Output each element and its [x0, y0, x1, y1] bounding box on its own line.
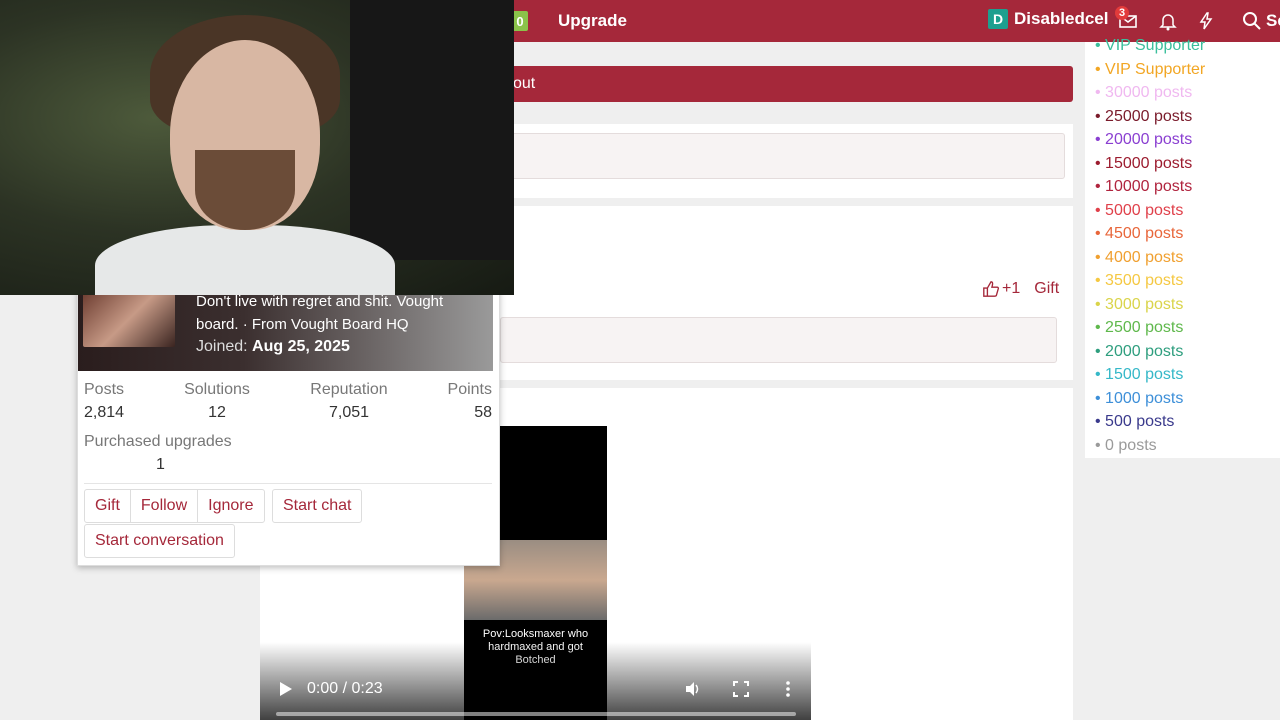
avatar: D: [988, 9, 1008, 29]
webcam-person-shirt: [95, 225, 395, 295]
post-panel: [495, 124, 1073, 198]
legend-item: • 2000 posts: [1095, 342, 1184, 360]
play-icon[interactable]: [276, 680, 294, 698]
stat-upgrades: Purchased upgrades 1: [84, 433, 232, 474]
post-quote-box: [500, 317, 1057, 363]
stat-points: Points 58: [440, 381, 492, 422]
stat-value: 2,814: [84, 404, 125, 421]
username-label: Disabledcel: [1014, 9, 1109, 28]
bell-icon[interactable]: [1158, 11, 1178, 31]
profile-joined: Joined: Aug 25, 2025: [196, 338, 350, 356]
search-label[interactable]: Se: [1266, 11, 1280, 31]
like-button[interactable]: +1: [982, 280, 1020, 298]
legend-item: • 4500 posts: [1095, 225, 1184, 242]
stat-value: 1: [156, 456, 165, 473]
ignore-button[interactable]: Ignore: [198, 490, 263, 522]
chat-button-group: Start chat: [272, 489, 363, 523]
legend-item: • 500 posts: [1095, 413, 1175, 430]
profile-bio-line: board. · From Vought Board HQ: [196, 316, 409, 333]
legend-item: • 4000 posts: [1095, 248, 1184, 266]
user-menu[interactable]: D Disabledcel: [988, 9, 1109, 29]
gift-button[interactable]: Gift: [85, 490, 131, 522]
video-progress-bar[interactable]: [276, 712, 796, 716]
stat-posts: Posts 2,814: [84, 381, 124, 422]
profile-avatar[interactable]: [83, 291, 175, 347]
lightning-icon[interactable]: [1196, 11, 1216, 31]
divider: [84, 483, 492, 484]
profile-action-buttons: Gift Follow Ignore: [84, 489, 265, 523]
webcam-person-beard: [195, 150, 295, 230]
thread-header-bar: out: [495, 66, 1073, 102]
volume-icon[interactable]: [684, 680, 702, 698]
legend-list: • VIP Supporter • VIP Supporter • 30000 po…: [1095, 34, 1205, 457]
stat-reputation: Reputation 7,051: [308, 381, 390, 422]
post-input-box[interactable]: [500, 133, 1065, 179]
member-tooltip-card: Don't live with regret and shit. Vought …: [77, 286, 500, 566]
stat-label: Solutions: [184, 381, 250, 398]
stat-label: Points: [447, 381, 492, 398]
messages-badge: 3: [1115, 6, 1130, 20]
gift-link[interactable]: Gift: [1034, 280, 1059, 298]
legend-item: • 0 posts: [1095, 436, 1157, 454]
more-options-icon[interactable]: [779, 680, 797, 698]
joined-date: Aug 25, 2025: [252, 338, 350, 355]
legend-item: • 1000 posts: [1095, 389, 1184, 407]
stat-value: 12: [208, 404, 226, 421]
legend-item: • 20000 posts: [1095, 131, 1193, 148]
legend-item: • 10000 posts: [1095, 178, 1193, 195]
joined-label: Joined:: [196, 338, 248, 355]
legend-item: • VIP Supporter: [1095, 37, 1206, 54]
stat-label: Purchased upgrades: [84, 433, 232, 450]
thread-header-text: out: [513, 75, 536, 92]
profile-banner: Don't live with regret and shit. Vought …: [78, 287, 493, 371]
legend-item: • 30000 posts: [1095, 84, 1193, 101]
thumbs-up-icon: [983, 281, 1000, 297]
legend-item: • 3500 posts: [1095, 272, 1184, 289]
sidebar-legend: • VIP Supporter • VIP Supporter • 30000 po…: [1085, 37, 1280, 458]
start-chat-button[interactable]: Start chat: [273, 490, 361, 522]
post-reactions: +1 Gift: [982, 280, 1059, 298]
legend-item: • 3000 posts: [1095, 295, 1184, 313]
follow-button[interactable]: Follow: [131, 490, 199, 522]
webcam-background: [350, 0, 514, 260]
legend-item: • 5000 posts: [1095, 201, 1184, 219]
legend-item: • 15000 posts: [1095, 154, 1193, 172]
stat-label: Posts: [84, 381, 125, 398]
like-count: +1: [1002, 280, 1021, 297]
legend-item: • VIP Supporter: [1095, 60, 1206, 78]
legend-item: • 1500 posts: [1095, 366, 1184, 383]
stat-label: Reputation: [310, 381, 388, 398]
notification-count-badge[interactable]: 0: [512, 11, 528, 31]
start-conversation-button[interactable]: Start conversation: [85, 525, 234, 557]
video-time: 0:00 / 0:23: [307, 680, 383, 697]
legend-item: • 25000 posts: [1095, 107, 1193, 125]
conversation-button-group: Start conversation: [84, 524, 235, 558]
profile-stats: Posts 2,814 Solutions 12 Reputation 7,05…: [84, 381, 494, 431]
legend-item: • 2500 posts: [1095, 319, 1184, 336]
fullscreen-icon[interactable]: [732, 680, 750, 698]
stat-value: 7,051: [328, 404, 370, 421]
search-icon[interactable]: [1242, 11, 1262, 31]
webcam-overlay: [0, 0, 514, 295]
profile-bio: Don't live with regret and shit. Vought …: [196, 290, 486, 336]
stat-solutions: Solutions 12: [182, 381, 252, 422]
stat-value: 58: [474, 404, 492, 421]
upgrade-link[interactable]: Upgrade: [558, 11, 627, 31]
